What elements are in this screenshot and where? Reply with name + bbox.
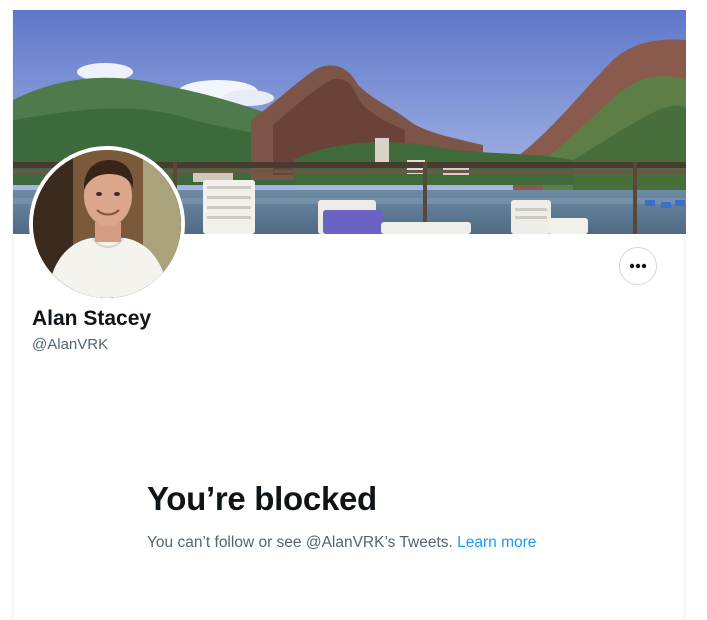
blocked-title: You’re blocked <box>147 480 377 517</box>
more-horizontal-icon <box>629 263 647 269</box>
more-options-button[interactable] <box>619 247 657 285</box>
profile-column: Alan Stacey @AlanVRK You’re blocked You … <box>12 10 686 620</box>
profile-handle: @AlanVRK <box>32 336 109 353</box>
blocked-message: You can’t follow or see @AlanVRK’s Tweet… <box>147 532 547 554</box>
blocked-message-text: You can’t follow or see @AlanVRK’s Tweet… <box>147 534 458 551</box>
profile-display-name: Alan Stacey <box>32 307 152 330</box>
profile-avatar[interactable] <box>29 146 185 302</box>
learn-more-link[interactable]: Learn more <box>457 534 536 551</box>
